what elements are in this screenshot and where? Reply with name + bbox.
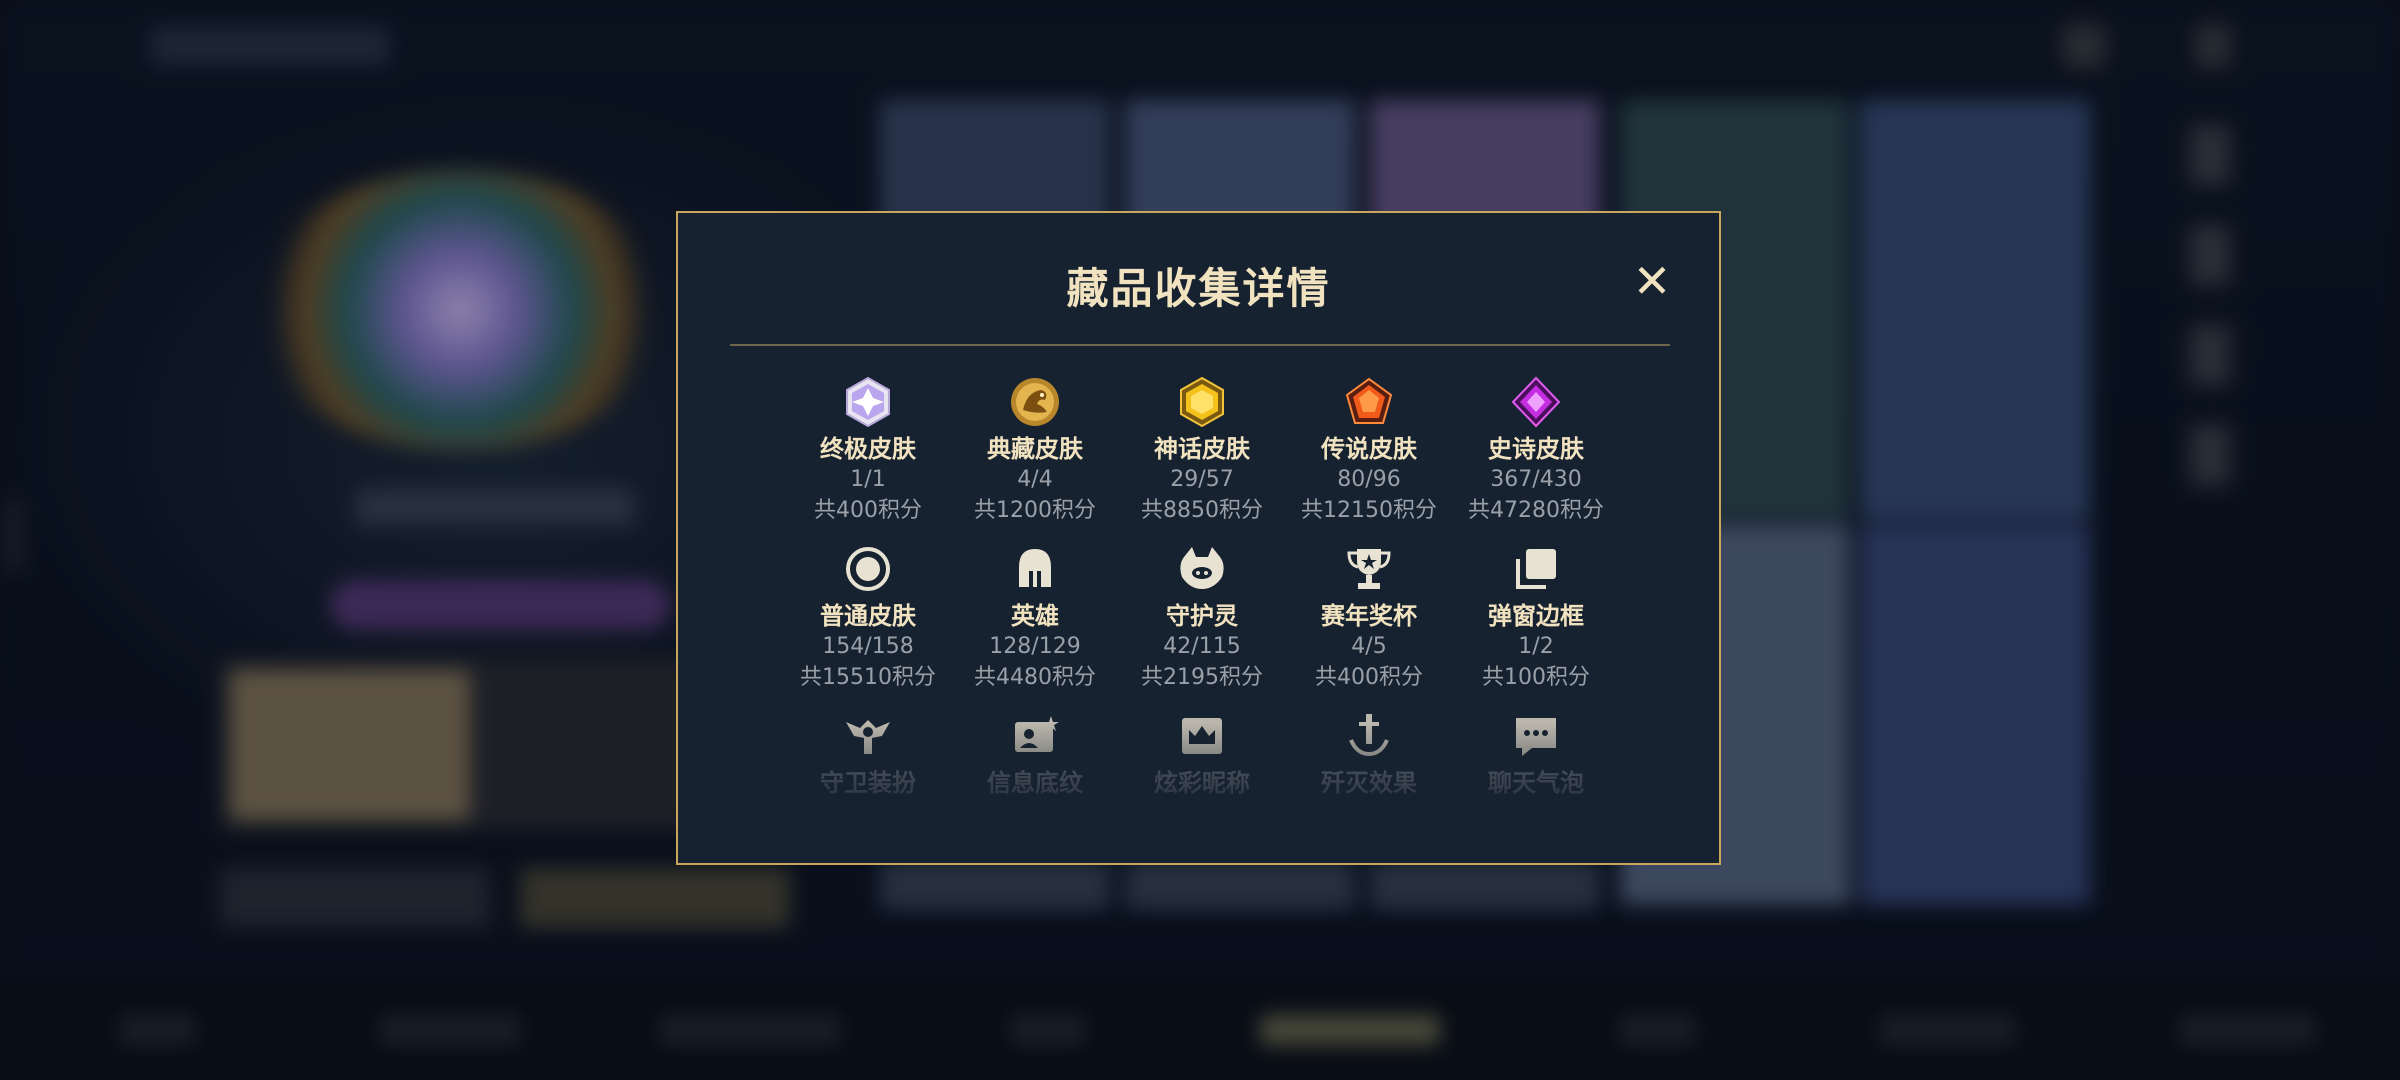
profile-card-icon: [1015, 716, 1059, 752]
item-points: 共15510积分: [800, 665, 936, 690]
collection-item-legendary-skin[interactable]: 传说皮肤 80/96 共12150积分: [1279, 376, 1459, 526]
guard-outfit-icon: [846, 720, 890, 754]
collection-item-hero[interactable]: 英雄 128/129 共4480积分: [945, 543, 1125, 693]
item-name: 守卫装扮: [820, 769, 916, 797]
item-count: 367/430: [1490, 467, 1582, 492]
item-name: 终极皮肤: [820, 435, 916, 463]
spirit-pet-icon: [1180, 547, 1224, 589]
item-name: 聊天气泡: [1488, 769, 1584, 797]
ultimate-skin-icon: [846, 376, 890, 428]
nickname-crown-icon: [1182, 718, 1222, 754]
item-points: 共400积分: [814, 498, 922, 523]
item-name: 史诗皮肤: [1488, 435, 1584, 463]
item-name: 典藏皮肤: [987, 435, 1083, 463]
item-name: 神话皮肤: [1154, 435, 1250, 463]
collection-item-epic-skin[interactable]: 史诗皮肤 367/430 共47280积分: [1446, 376, 1626, 526]
collection-item-popup-frame[interactable]: 弹窗边框 1/2 共100积分: [1446, 543, 1626, 693]
collection-item-nickname[interactable]: 炫彩昵称: [1112, 710, 1292, 798]
elimination-effect-icon: [1349, 714, 1389, 757]
item-points: 共12150积分: [1301, 498, 1437, 523]
item-count: 29/57: [1170, 467, 1234, 492]
item-name: 弹窗边框: [1488, 602, 1584, 630]
trophy-icon: [1347, 549, 1391, 589]
collection-item-guard-outfit[interactable]: 守卫装扮: [778, 710, 958, 798]
item-name: 信息底纹: [987, 769, 1083, 797]
item-count: 1/1: [850, 467, 886, 492]
scroll-clip: [678, 813, 1719, 863]
popup-frame-icon: [1516, 549, 1556, 589]
collector-skin-icon: [1011, 378, 1059, 426]
mythic-skin-icon: [1180, 376, 1224, 428]
legendary-skin-icon: [1345, 377, 1393, 424]
collection-item-profile-card[interactable]: 信息底纹: [945, 710, 1125, 798]
item-count: 154/158: [822, 634, 914, 659]
item-points: 共2195积分: [1141, 665, 1263, 690]
item-points: 共8850积分: [1141, 498, 1263, 523]
item-count: 80/96: [1337, 467, 1401, 492]
chat-bubble-icon: [1516, 718, 1556, 756]
epic-skin-icon: [1511, 376, 1561, 428]
item-count: 1/2: [1518, 634, 1554, 659]
normal-skin-icon: [846, 547, 890, 591]
item-name: 传说皮肤: [1321, 435, 1417, 463]
collection-grid: 终极皮肤 1/1 共400积分 典藏皮肤 4/4 共1200积分 神话皮肤 29…: [678, 213, 1719, 863]
collection-item-elimination[interactable]: 歼灭效果: [1279, 710, 1459, 798]
item-count: 128/129: [989, 634, 1081, 659]
collection-item-spirit[interactable]: 守护灵 42/115 共2195积分: [1112, 543, 1292, 693]
item-points: 共1200积分: [974, 498, 1096, 523]
item-name: 炫彩昵称: [1154, 769, 1250, 797]
collection-item-collector-skin[interactable]: 典藏皮肤 4/4 共1200积分: [945, 376, 1125, 526]
item-points: 共4480积分: [974, 665, 1096, 690]
hero-helmet-icon: [1019, 549, 1051, 587]
item-count: 42/115: [1163, 634, 1241, 659]
collection-item-normal-skin[interactable]: 普通皮肤 154/158 共15510积分: [778, 543, 958, 693]
collection-item-chat-bubble[interactable]: 聊天气泡: [1446, 710, 1626, 798]
item-name: 普通皮肤: [820, 602, 916, 630]
item-name: 守护灵: [1166, 602, 1238, 630]
item-points: 共400积分: [1315, 665, 1423, 690]
collection-item-ultimate-skin[interactable]: 终极皮肤 1/1 共400积分: [778, 376, 958, 526]
item-points: 共47280积分: [1468, 498, 1604, 523]
item-count: 4/4: [1017, 467, 1053, 492]
item-count: 4/5: [1351, 634, 1387, 659]
collection-item-mythic-skin[interactable]: 神话皮肤 29/57 共8850积分: [1112, 376, 1292, 526]
item-name: 英雄: [1011, 602, 1059, 630]
collection-item-trophy[interactable]: 赛年奖杯 4/5 共400积分: [1279, 543, 1459, 693]
collection-details-modal: 藏品收集详情 ✕ 终极皮肤 1/1 共400积分 典藏皮肤 4/4 共1200积…: [676, 211, 1721, 865]
item-name: 歼灭效果: [1321, 769, 1417, 797]
item-name: 赛年奖杯: [1321, 602, 1417, 630]
item-points: 共100积分: [1482, 665, 1590, 690]
